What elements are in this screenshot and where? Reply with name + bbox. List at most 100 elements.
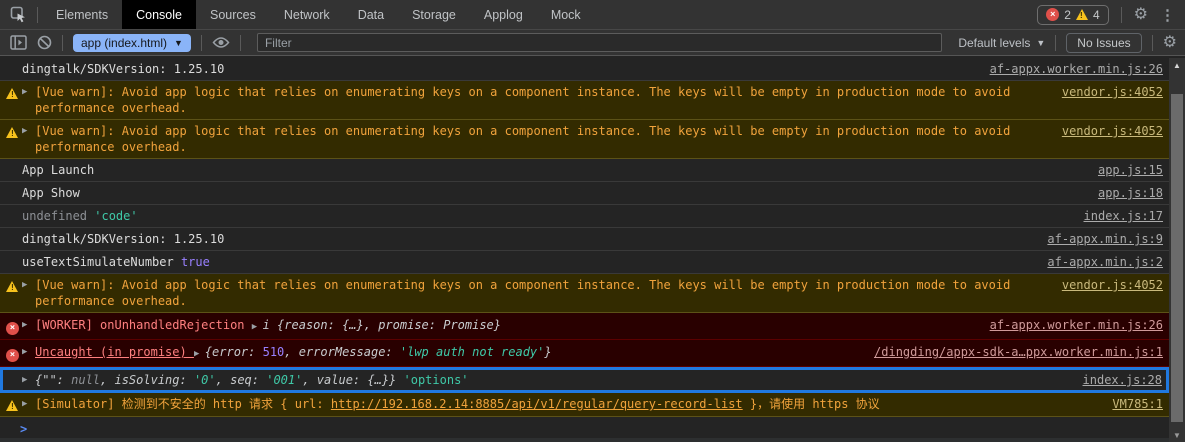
scroll-up-icon[interactable]: ▲ bbox=[1169, 61, 1185, 70]
more-options-icon[interactable]: ⋮ bbox=[1160, 6, 1175, 24]
divider bbox=[1055, 35, 1056, 51]
divider bbox=[1121, 7, 1122, 23]
console-message-row: !▶[Simulator] 检测到不安全的 http 请求 { url: htt… bbox=[0, 393, 1169, 417]
error-icon: × bbox=[6, 317, 22, 335]
tab-mock[interactable]: Mock bbox=[537, 0, 595, 29]
source-location-link[interactable]: /dingding/appx-sdk-a…ppx.worker.min.js:1 bbox=[874, 344, 1163, 360]
tab-sources[interactable]: Sources bbox=[196, 0, 270, 29]
filter-input[interactable] bbox=[257, 33, 942, 52]
devtools-tabs: ElementsConsoleSourcesNetworkDataStorage… bbox=[42, 0, 595, 29]
console-message-row: ×▶Uncaught (in promise) ▶ {error: 510, e… bbox=[0, 340, 1169, 367]
source-location-link[interactable]: index.js:28 bbox=[1083, 372, 1162, 388]
devtools-tabbar: ElementsConsoleSourcesNetworkDataStorage… bbox=[0, 0, 1185, 30]
tab-console[interactable]: Console bbox=[122, 0, 196, 29]
levels-label: Default levels bbox=[958, 36, 1030, 50]
message-text: [WORKER] onUnhandledRejection ▶ i {reaso… bbox=[35, 317, 978, 335]
log-levels-dropdown[interactable]: Default levels ▼ bbox=[958, 36, 1045, 50]
console-messages: dingtalk/SDKVersion: 1.25.10 af-appx.work… bbox=[0, 58, 1169, 442]
warning-icon: ! bbox=[6, 396, 22, 413]
warning-count-icon: ! bbox=[1076, 9, 1088, 20]
source-location-link[interactable]: af-appx.min.js:2 bbox=[1047, 254, 1163, 270]
divider bbox=[240, 35, 241, 51]
console-message-row: undefined 'code' index.js:17 bbox=[0, 205, 1169, 228]
warning-icon: ! bbox=[6, 123, 22, 140]
context-label: app (index.html) bbox=[81, 36, 167, 50]
clear-console-icon[interactable] bbox=[37, 35, 52, 50]
console-message-row: App Launch app.js:15 bbox=[0, 159, 1169, 182]
message-text: {"": null, isSolving: '0', seq: '001', v… bbox=[35, 372, 1071, 388]
console-message-row: !▶[Vue warn]: Avoid app logic that relie… bbox=[0, 274, 1169, 313]
source-location-link[interactable]: vendor.js:4052 bbox=[1062, 277, 1163, 293]
message-text: [Vue warn]: Avoid app logic that relies … bbox=[35, 123, 1050, 155]
source-location-link[interactable]: VM785:1 bbox=[1112, 396, 1163, 412]
icon-spacer bbox=[6, 61, 22, 62]
message-text: [Vue warn]: Avoid app logic that relies … bbox=[35, 277, 1050, 309]
message-text: undefined 'code' bbox=[22, 208, 1072, 224]
scroll-down-icon[interactable]: ▼ bbox=[1169, 431, 1185, 440]
divider bbox=[62, 35, 63, 51]
message-text: App Launch bbox=[22, 162, 1086, 178]
icon-spacer bbox=[6, 372, 22, 373]
tab-storage[interactable]: Storage bbox=[398, 0, 470, 29]
chevron-down-icon: ▼ bbox=[174, 38, 183, 48]
prompt-chevron-icon: > bbox=[20, 421, 27, 437]
icon-spacer bbox=[6, 254, 22, 255]
source-location-link[interactable]: app.js:18 bbox=[1098, 185, 1163, 201]
url-link[interactable]: http://192.168.2.14:8885/api/v1/regular/… bbox=[331, 397, 743, 411]
expand-arrow-icon[interactable]: ▶ bbox=[22, 344, 35, 360]
tab-network[interactable]: Network bbox=[270, 0, 344, 29]
expand-arrow-icon[interactable]: ▶ bbox=[22, 84, 35, 100]
message-text: dingtalk/SDKVersion: 1.25.10 bbox=[22, 231, 1035, 247]
settings-gear-icon[interactable]: ⚙ bbox=[1134, 7, 1148, 23]
horizontal-scrollbar-track bbox=[0, 438, 1169, 442]
message-text: [Simulator] 检测到不安全的 http 请求 { url: http:… bbox=[35, 396, 1100, 412]
console-settings-gear-icon[interactable]: ⚙ bbox=[1163, 35, 1177, 51]
tab-applog[interactable]: Applog bbox=[470, 0, 537, 29]
console-message-row: dingtalk/SDKVersion: 1.25.10 af-appx.min.… bbox=[0, 228, 1169, 251]
no-issues-button[interactable]: No Issues bbox=[1066, 33, 1141, 53]
source-location-link[interactable]: af-appx.worker.min.js:26 bbox=[990, 61, 1163, 77]
divider bbox=[201, 35, 202, 51]
expand-arrow-icon[interactable]: ▶ bbox=[22, 396, 35, 412]
message-text: App Show bbox=[22, 185, 1086, 201]
warning-icon: ! bbox=[6, 84, 22, 101]
message-text: Uncaught (in promise) ▶ {error: 510, err… bbox=[35, 344, 862, 362]
issues-badge[interactable]: × 2 ! 4 bbox=[1037, 5, 1108, 25]
divider bbox=[37, 7, 38, 23]
console-message-row: ▶{"": null, isSolving: '0', seq: '001', … bbox=[0, 367, 1169, 393]
icon-spacer bbox=[6, 231, 22, 232]
inspect-element-icon[interactable] bbox=[0, 0, 37, 29]
error-count: 2 bbox=[1064, 8, 1071, 22]
icon-spacer bbox=[6, 208, 22, 209]
chevron-down-icon: ▼ bbox=[1036, 38, 1045, 48]
message-text: useTextSimulateNumber true bbox=[22, 254, 1035, 270]
message-text: dingtalk/SDKVersion: 1.25.10 bbox=[22, 61, 978, 77]
vertical-scrollbar[interactable]: ▲ ▼ bbox=[1169, 58, 1185, 442]
tab-elements[interactable]: Elements bbox=[42, 0, 122, 29]
console-toolbar: app (index.html) ▼ Default levels ▼ No I… bbox=[0, 30, 1185, 56]
console-message-row: App Show app.js:18 bbox=[0, 182, 1169, 205]
devtools-window: ElementsConsoleSourcesNetworkDataStorage… bbox=[0, 0, 1185, 442]
console-message-row: ×▶[WORKER] onUnhandledRejection ▶ i {rea… bbox=[0, 313, 1169, 340]
scrollbar-thumb[interactable] bbox=[1171, 94, 1183, 422]
source-location-link[interactable]: vendor.js:4052 bbox=[1062, 123, 1163, 139]
source-location-link[interactable]: af-appx.worker.min.js:26 bbox=[990, 317, 1163, 333]
source-location-link[interactable]: index.js:17 bbox=[1084, 208, 1163, 224]
toolbar-right-controls: Default levels ▼ No Issues ⚙ bbox=[958, 33, 1177, 53]
source-location-link[interactable]: vendor.js:4052 bbox=[1062, 84, 1163, 100]
tab-data[interactable]: Data bbox=[344, 0, 398, 29]
icon-spacer bbox=[6, 185, 22, 186]
live-expression-eye-icon[interactable] bbox=[212, 36, 230, 49]
source-location-link[interactable]: app.js:15 bbox=[1098, 162, 1163, 178]
warning-count: 4 bbox=[1093, 8, 1100, 22]
javascript-context-dropdown[interactable]: app (index.html) ▼ bbox=[73, 34, 191, 52]
message-text: [Vue warn]: Avoid app logic that relies … bbox=[35, 84, 1050, 116]
expand-arrow-icon[interactable]: ▶ bbox=[22, 123, 35, 139]
console-message-row: useTextSimulateNumber true af-appx.min.js… bbox=[0, 251, 1169, 274]
show-sidebar-icon[interactable] bbox=[10, 35, 27, 50]
warning-icon: ! bbox=[6, 277, 22, 294]
expand-arrow-icon[interactable]: ▶ bbox=[22, 277, 35, 293]
expand-arrow-icon[interactable]: ▶ bbox=[22, 317, 35, 333]
expand-arrow-icon[interactable]: ▶ bbox=[22, 372, 35, 388]
source-location-link[interactable]: af-appx.min.js:9 bbox=[1047, 231, 1163, 247]
